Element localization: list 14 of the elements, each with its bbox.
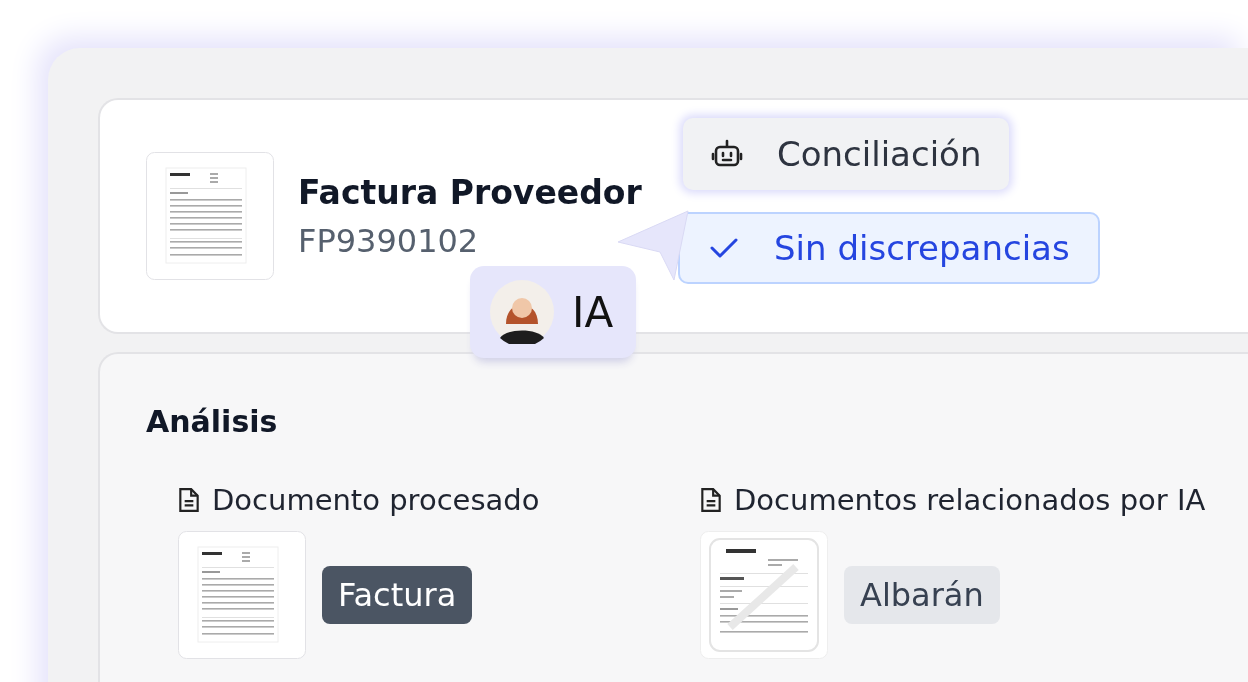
document-icon (700, 487, 722, 513)
ai-label: IA (572, 287, 614, 337)
document-type-tag: Albarán (844, 566, 1000, 624)
section-heading: Documento procesado (212, 483, 540, 517)
document-icon (178, 487, 200, 513)
analysis-title: Análisis (146, 404, 279, 439)
document-number: FP9390102 (298, 221, 480, 260)
reconciliation-chip: Conciliación (683, 118, 1010, 190)
document-title: Factura Proveedor (298, 172, 643, 212)
pointer-icon (618, 210, 690, 282)
no-discrepancies-chip: Sin discrepancias (678, 212, 1100, 284)
section-heading: Documentos relacionados por IA (734, 483, 1206, 517)
avatar-icon (490, 280, 554, 344)
document-type-tag: Factura (322, 566, 473, 624)
